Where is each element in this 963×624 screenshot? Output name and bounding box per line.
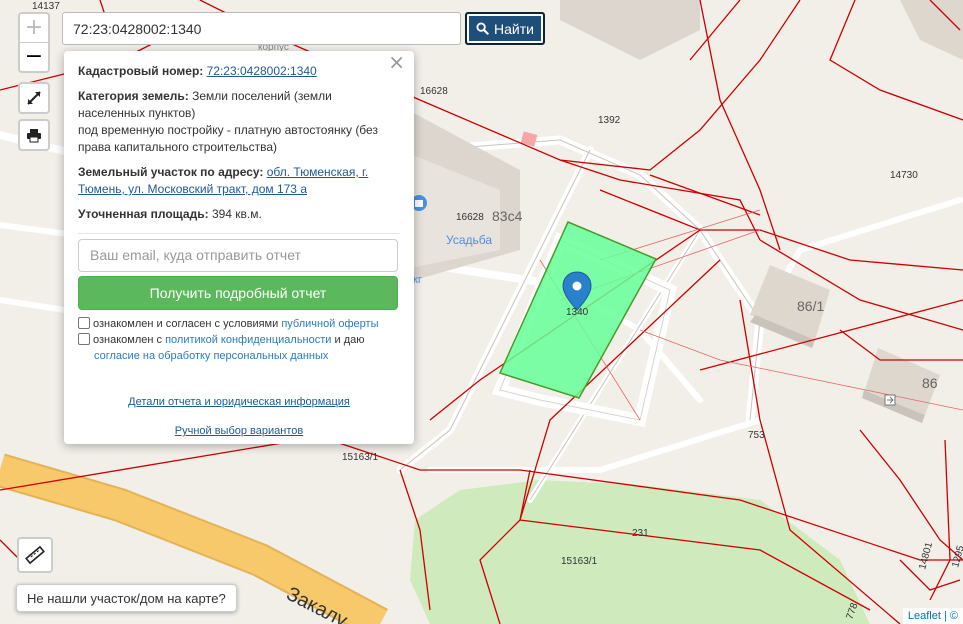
ruler-icon: [25, 545, 45, 565]
personal-data-link[interactable]: согласие на обработку персональных данны…: [94, 350, 328, 362]
consent-privacy-text: ознакомлен с: [93, 334, 166, 346]
attribution[interactable]: Leaflet | ©: [902, 608, 963, 624]
parcel-info-popup: × Кадастровый номер: 72:23:0428002:1340 …: [64, 51, 414, 444]
close-icon[interactable]: ×: [388, 52, 405, 72]
manual-row: Ручной выбор вариантов: [78, 423, 400, 440]
cadastral-link[interactable]: 72:23:0428002:1340: [207, 64, 317, 78]
details-row: Детали отчета и юридическая информация: [78, 394, 400, 411]
search-button[interactable]: Найти: [465, 12, 545, 45]
consent-privacy: ознакомлен с политикой конфиденциальност…: [78, 332, 400, 364]
privacy-checkbox[interactable]: [78, 333, 90, 345]
search-button-label: Найти: [494, 20, 534, 37]
search-input[interactable]: 72:23:0428002:1340: [62, 12, 461, 45]
measure-button[interactable]: [17, 537, 53, 573]
manual-select-link[interactable]: Ручной выбор вариантов: [175, 425, 303, 437]
search-input-value: 72:23:0428002:1340: [73, 20, 202, 37]
usage-value: под временную постройку - платную автост…: [78, 123, 378, 154]
parcel-label-1392: 1392: [598, 115, 621, 126]
zoom-in-button[interactable]: +: [20, 14, 48, 42]
area-value: 394 кв.м.: [211, 207, 262, 221]
consent-offer: ознакомлен и согласен с условиями публич…: [78, 316, 400, 332]
email-field[interactable]: Ваш email, куда отправить отчет: [78, 239, 398, 272]
category-row: Категория земель: Земли поселений (земли…: [78, 88, 400, 156]
search-icon: [476, 22, 489, 35]
building-label-86-1: 86/1: [797, 298, 824, 314]
cadastral-label: Кадастровый номер:: [78, 64, 204, 78]
category-label: Категория земель:: [78, 89, 189, 103]
consent-privacy-text2: и даю: [331, 334, 365, 346]
parcel-label-231: 231: [632, 528, 649, 539]
parcel-label-15163-1-a: 15163/1: [342, 452, 379, 463]
address-row: Земельный участок по адресу: обл. Тюменс…: [78, 164, 400, 198]
area-label: Уточненная площадь:: [78, 207, 209, 221]
consent-offer-text: ознакомлен и согласен с условиями: [93, 318, 282, 330]
divider: [78, 233, 400, 234]
cadastral-row: Кадастровый номер: 72:23:0428002:1340: [78, 63, 400, 80]
building-label-86: 86: [922, 375, 938, 391]
parcel-label-15163-1-b: 15163/1: [561, 556, 598, 567]
printer-icon: [27, 129, 41, 143]
fullscreen-icon: [27, 91, 41, 105]
address-label: Земельный участок по адресу:: [78, 165, 264, 179]
entrance-icon: [884, 394, 896, 406]
offer-checkbox[interactable]: [78, 317, 90, 329]
parcel-label-14730: 14730: [890, 170, 918, 181]
email-placeholder: Ваш email, куда отправить отчет: [90, 247, 301, 263]
marker-label: 1340: [566, 307, 589, 318]
not-found-button[interactable]: Не нашли участок/дом на карте?: [16, 584, 237, 612]
area-row: Уточненная площадь: 394 кв.м.: [78, 206, 400, 223]
zoom-out-button[interactable]: −: [20, 42, 48, 70]
parcel-label-16628-b: 16628: [456, 212, 484, 223]
parcel-label-753: 753: [748, 430, 765, 441]
print-button[interactable]: [18, 119, 50, 151]
zoom-control: + −: [18, 12, 50, 73]
poi-label-usadba: Усадьба: [446, 233, 492, 247]
fullscreen-button[interactable]: [18, 82, 50, 114]
parcel-label-14137: 14137: [32, 1, 60, 12]
details-link[interactable]: Детали отчета и юридическая информация: [128, 396, 350, 408]
get-report-button[interactable]: Получить подробный отчет: [78, 276, 398, 310]
privacy-link[interactable]: политикой конфиденциальности: [165, 334, 331, 346]
offer-link[interactable]: публичной оферты: [281, 318, 378, 330]
parcel-label-16628: 16628: [420, 86, 448, 97]
attribution-text[interactable]: Leaflet | ©: [908, 610, 958, 622]
poi-label-partial: кг: [413, 274, 422, 286]
building-label-83c4: 83с4: [492, 208, 523, 224]
